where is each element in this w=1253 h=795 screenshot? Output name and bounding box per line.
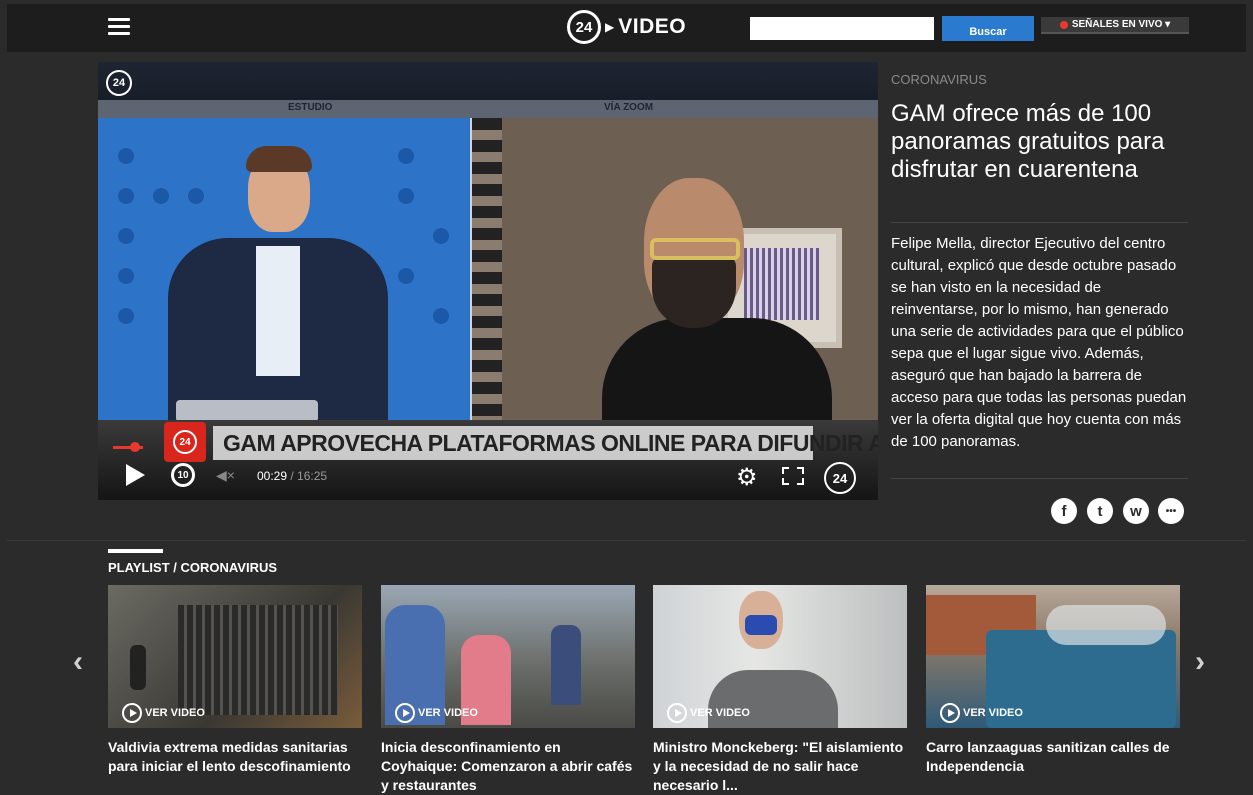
card-title[interactable]: Ministro Monckeberg: "El aislamiento y l… <box>653 738 907 795</box>
play-circle-icon <box>667 703 687 723</box>
lower-third-badge-label: 24 <box>173 430 197 454</box>
twitter-icon[interactable]: t <box>1087 498 1113 524</box>
section-accent-bar <box>108 549 163 553</box>
blinds <box>472 118 502 420</box>
guest-glasses <box>650 238 740 260</box>
lower-third-text: GAM APROVECHA PLATAFORMAS ONLINE PARA DI… <box>223 430 878 456</box>
progress-handle[interactable] <box>130 442 140 452</box>
laptop <box>176 400 318 420</box>
lower-third-badge: 24 <box>164 422 206 462</box>
live-dot-icon <box>1059 20 1068 29</box>
video-thumbnail[interactable]: VER VIDEO <box>926 585 1180 728</box>
replay-10-icon[interactable]: 10 <box>171 463 195 487</box>
section-divider <box>7 540 1246 541</box>
ver-video-badge[interactable]: VER VIDEO <box>122 703 205 723</box>
card-title[interactable]: Inicia desconfinamiento en Coyhaique: Co… <box>381 738 635 795</box>
time-duration: / 16:25 <box>290 469 328 483</box>
guest-body <box>602 318 832 420</box>
logo-badge: 24 <box>567 10 601 44</box>
mute-icon[interactable]: ◀× <box>216 467 235 484</box>
wall-art <box>744 248 820 320</box>
carousel-prev-icon[interactable]: ‹ <box>73 645 83 679</box>
playlist-title: PLAYLIST / CORONAVIRUS <box>108 560 278 575</box>
channel-logo-icon[interactable]: 24 <box>824 462 856 494</box>
fullscreen-icon[interactable] <box>782 467 804 485</box>
card-title[interactable]: Carro lanzaaguas sanitizan calles de Ind… <box>926 738 1180 776</box>
more-share-icon[interactable]: ••• <box>1158 498 1184 524</box>
search-input[interactable] <box>750 17 934 40</box>
ver-video-badge[interactable]: VER VIDEO <box>667 703 750 723</box>
search-button[interactable]: Buscar <box>942 16 1034 41</box>
article-summary: Felipe Mella, director Ejecutivo del cen… <box>891 235 1187 450</box>
carousel-next-icon[interactable]: › <box>1195 645 1205 679</box>
play-circle-icon <box>940 703 960 723</box>
playlist-card[interactable]: VER VIDEO Inicia desconfinamiento en Coy… <box>381 585 635 795</box>
play-circle-icon <box>122 703 142 723</box>
video-thumbnail[interactable]: VER VIDEO <box>653 585 907 728</box>
site-logo[interactable]: 24 ▶ VIDEO <box>567 9 686 45</box>
ver-video-label: VER VIDEO <box>963 707 1023 719</box>
playlist-card[interactable]: VER VIDEO Carro lanzaaguas sanitizan cal… <box>926 585 1180 776</box>
time-display: 00:29 / 16:25 <box>257 469 327 483</box>
live-signals-label: SEÑALES EN VIVO ▾ <box>1071 19 1171 30</box>
top-bar: 24 ▶ VIDEO Buscar SEÑALES EN VIVO ▾ <box>7 4 1246 52</box>
video-thumbnail[interactable]: VER VIDEO <box>381 585 635 728</box>
facebook-icon[interactable]: f <box>1051 498 1077 524</box>
ver-video-label: VER VIDEO <box>418 707 478 719</box>
logo-arrow-icon: ▶ <box>605 20 615 34</box>
live-signals-button[interactable]: SEÑALES EN VIVO ▾ <box>1041 17 1189 34</box>
logo-text: VIDEO <box>618 15 687 38</box>
zoom-video-pane <box>472 118 878 420</box>
divider <box>891 478 1188 479</box>
ver-video-badge[interactable]: VER VIDEO <box>395 703 478 723</box>
article-category[interactable]: CORONAVIRUS <box>891 72 987 87</box>
menu-icon[interactable] <box>108 18 130 36</box>
playlist-card[interactable]: VER VIDEO Valdivia extrema medidas sanit… <box>108 585 362 776</box>
ver-video-label: VER VIDEO <box>145 707 205 719</box>
playlist-card[interactable]: VER VIDEO Ministro Monckeberg: "El aisla… <box>653 585 907 795</box>
play-circle-icon <box>395 703 415 723</box>
studio-video-pane <box>98 118 470 420</box>
time-current: 00:29 <box>257 469 288 483</box>
anchor-shirt <box>256 246 300 376</box>
ver-video-badge[interactable]: VER VIDEO <box>940 703 1023 723</box>
ver-video-label: VER VIDEO <box>690 707 750 719</box>
divider <box>891 222 1188 223</box>
play-icon[interactable] <box>126 464 145 486</box>
whatsapp-icon[interactable]: w <box>1123 498 1149 524</box>
video-thumbnail[interactable]: VER VIDEO <box>108 585 362 728</box>
card-title[interactable]: Valdivia extrema medidas sanitarias para… <box>108 738 362 776</box>
channel-badge: 24 <box>106 70 132 96</box>
zoom-label: VÍA ZOOM <box>604 102 654 113</box>
anchor-hair <box>246 146 312 172</box>
studio-header: ESTUDIO VÍA ZOOM <box>98 62 878 118</box>
video-player[interactable]: ESTUDIO VÍA ZOOM 24 GAM APROVECHA PLATAF… <box>98 62 878 500</box>
settings-gear-icon[interactable]: ⚙ <box>736 463 758 492</box>
article-headline: GAM ofrece más de 100 panoramas gratuito… <box>891 100 1165 183</box>
studio-label: ESTUDIO <box>288 102 333 113</box>
studio-label-band <box>98 100 878 118</box>
